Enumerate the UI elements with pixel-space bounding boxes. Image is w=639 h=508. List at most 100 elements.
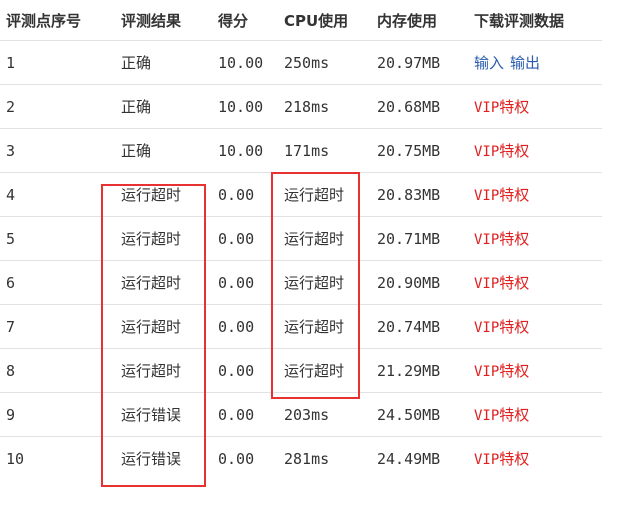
cell-result: 正确 (115, 84, 212, 129)
cell-cpu: 运行超时 (278, 348, 371, 393)
cell-score: 0.00 (212, 304, 278, 349)
cell-memory: 20.90MB (371, 260, 468, 305)
cell-cpu: 203ms (278, 392, 371, 437)
vip-prefix: VIP (474, 100, 500, 116)
header-score: 得分 (212, 0, 278, 41)
test-results-table: 评测点序号 评测结果 得分 CPU使用 内存使用 下载评测数据 1 正确 10.00… (0, 0, 602, 480)
table-row: 1 正确 10.00 250ms 20.97MB 输入 输出 (0, 40, 602, 85)
cell-index: 8 (0, 348, 115, 393)
cell-cpu: 运行超时 (278, 216, 371, 261)
cell-memory: 24.49MB (377, 449, 441, 468)
header-memory: 内存使用 (371, 0, 468, 41)
header-result: 评测结果 (115, 0, 212, 41)
cell-index: 2 (0, 84, 115, 129)
cell-download: VIP特权 (468, 172, 602, 217)
cell-download: VIP特权 (468, 128, 602, 173)
cell-index: 9 (0, 392, 115, 437)
cell-memory: 20.71MB (371, 216, 468, 261)
vip-suffix: 特权 (499, 98, 530, 116)
table-row: 9 运行错误 0.00 203ms 24.50MB VIP特权 (0, 392, 602, 437)
vip-prefix: VIP (474, 276, 500, 292)
cell-memory: 20.83MB (371, 172, 468, 217)
vip-privilege-link[interactable]: VIP特权 (474, 98, 529, 116)
cell-cpu: 250ms (278, 40, 371, 85)
cell-result: 运行超时 (115, 348, 212, 393)
cell-result: 运行错误 (115, 392, 212, 437)
cell-result: 运行超时 (115, 216, 212, 261)
table-body: 1 正确 10.00 250ms 20.97MB 输入 输出 2 正确 10.00 218ms 20.… (0, 40, 602, 481)
vip-suffix: 特权 (499, 230, 530, 248)
vip-privilege-link[interactable]: VIP特权 (474, 230, 529, 248)
cell-index: 7 (0, 304, 115, 349)
cell-index: 6 (0, 260, 115, 305)
cell-download: VIP特权 (468, 84, 602, 129)
header-row: 评测点序号 评测结果 得分 CPU使用 内存使用 下载评测数据 (0, 0, 602, 41)
cell-download: VIP特权 (468, 348, 602, 393)
cell-result: 运行超时 (115, 260, 212, 305)
cell-result: 运行超时 (115, 172, 212, 217)
cell-download: VIP特权 (468, 392, 602, 437)
cell-memory: 21.29MB (371, 348, 468, 393)
download-output-link[interactable]: 输出 (510, 54, 540, 72)
cell-result: 运行错误 (121, 450, 182, 468)
cell-score: 10.00 (212, 84, 278, 129)
vip-suffix: 特权 (499, 450, 530, 468)
vip-suffix: 特权 (499, 318, 530, 336)
cell-cpu: 运行超时 (278, 304, 371, 349)
cell-score: 10.00 (212, 128, 278, 173)
cell-memory: 24.50MB (371, 392, 468, 437)
table-row: 5 运行超时 0.00 运行超时 20.71MB VIP特权 (0, 216, 602, 261)
vip-prefix: VIP (474, 188, 500, 204)
cell-cpu: 218ms (278, 84, 371, 129)
cell-result: 运行超时 (115, 304, 212, 349)
header-cpu: CPU使用 (278, 0, 371, 41)
table-row: 8 运行超时 0.00 运行超时 21.29MB VIP特权 (0, 348, 602, 393)
cell-score: 0.00 (212, 216, 278, 261)
cell-memory: 20.75MB (371, 128, 468, 173)
table-row: 2 正确 10.00 218ms 20.68MB VIP特权 (0, 84, 602, 129)
cell-memory: 20.97MB (371, 40, 468, 85)
cell-score: 10.00 (212, 40, 278, 85)
cell-index: 3 (0, 128, 115, 173)
vip-privilege-link[interactable]: VIP特权 (474, 186, 529, 204)
table-header: 评测点序号 评测结果 得分 CPU使用 内存使用 下载评测数据 (0, 0, 602, 41)
cell-score: 0.00 (212, 260, 278, 305)
cell-cpu: 171ms (278, 128, 371, 173)
table-row: 4 运行超时 0.00 运行超时 20.83MB VIP特权 (0, 172, 602, 217)
vip-suffix: 特权 (499, 142, 530, 160)
cell-download: VIP特权 (468, 216, 602, 261)
vip-privilege-link[interactable]: VIP特权 (474, 450, 529, 468)
vip-prefix: VIP (474, 452, 500, 468)
vip-suffix: 特权 (499, 406, 530, 424)
cell-index: 5 (0, 216, 115, 261)
vip-suffix: 特权 (499, 274, 530, 292)
cell-cpu: 运行超时 (278, 172, 371, 217)
vip-privilege-link[interactable]: VIP特权 (474, 362, 529, 380)
vip-privilege-link[interactable]: VIP特权 (474, 318, 529, 336)
cell-cpu: 281ms (284, 449, 330, 468)
table-row: 10 运行错误 0.00 281ms 24.49MB VIP特权 (0, 437, 602, 481)
cell-result: 正确 (115, 40, 212, 85)
vip-suffix: 特权 (499, 362, 530, 380)
cell-index: 4 (0, 172, 115, 217)
download-input-link[interactable]: 输入 (474, 54, 504, 72)
cell-score: 0.00 (212, 392, 278, 437)
cell-memory: 20.68MB (371, 84, 468, 129)
cell-download: VIP特权 (468, 437, 602, 481)
cell-download: 输入 输出 (468, 40, 602, 85)
header-download: 下载评测数据 (468, 0, 602, 41)
cell-cpu: 运行超时 (278, 260, 371, 305)
vip-prefix: VIP (474, 144, 500, 160)
header-index: 评测点序号 (0, 0, 115, 41)
vip-privilege-link[interactable]: VIP特权 (474, 274, 529, 292)
vip-prefix: VIP (474, 364, 500, 380)
cell-index: 1 (0, 40, 115, 85)
vip-privilege-link[interactable]: VIP特权 (474, 142, 529, 160)
cell-index: 10 (6, 449, 25, 468)
cell-score: 0.00 (212, 348, 278, 393)
table-row: 7 运行超时 0.00 运行超时 20.74MB VIP特权 (0, 304, 602, 349)
cell-download: VIP特权 (468, 260, 602, 305)
table-row: 6 运行超时 0.00 运行超时 20.90MB VIP特权 (0, 260, 602, 305)
vip-prefix: VIP (474, 408, 500, 424)
vip-privilege-link[interactable]: VIP特权 (474, 406, 529, 424)
